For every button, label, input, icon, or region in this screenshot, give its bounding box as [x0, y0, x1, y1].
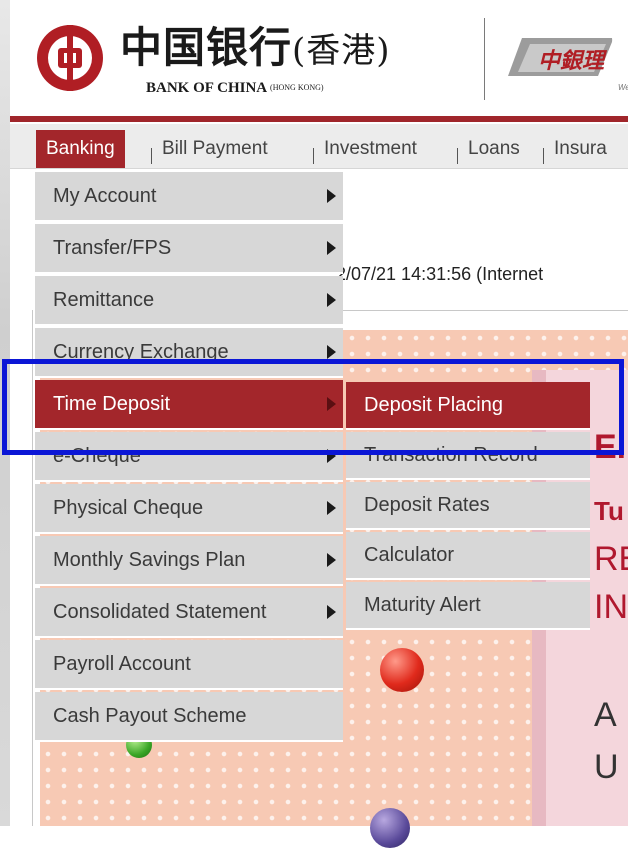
submenu-arrow-icon	[327, 293, 336, 307]
partner-logo-text: 中銀理	[538, 48, 608, 74]
menu-item-label: Remittance	[53, 289, 155, 311]
menu-item-label: Transfer/FPS	[53, 237, 172, 259]
highlight-box	[2, 359, 624, 455]
bank-name-chinese: 中国银行(香港)	[120, 23, 391, 72]
header: 中国银行(香港) BANK OF CHINA (HONG KONG) 中銀理 W…	[10, 0, 628, 116]
menu-item-label: Cash Payout Scheme	[53, 705, 247, 727]
nav-separator	[457, 148, 458, 164]
menu-item-physical-cheque[interactable]: Physical Cheque	[35, 484, 343, 534]
content-divider	[336, 310, 628, 311]
submenu-item-label: Deposit Rates	[364, 494, 490, 516]
bank-name-english: BANK OF CHINA (HONG KONG)	[146, 80, 324, 96]
submenu-item-label: Calculator	[364, 544, 455, 566]
red-ball-decoration	[380, 648, 424, 692]
menu-item-transfer-fps[interactable]: Transfer/FPS	[35, 224, 343, 274]
banner-text-line: A	[594, 696, 617, 734]
banner-text-line: U	[594, 748, 619, 786]
submenu-item-deposit-rates[interactable]: Deposit Rates	[346, 482, 590, 530]
menu-item-remittance[interactable]: Remittance	[35, 276, 343, 326]
nav-separator	[543, 148, 544, 164]
submenu-item-label: Maturity Alert	[364, 594, 481, 616]
banner-text-line: Tu	[594, 496, 624, 526]
menu-item-label: Payroll Account	[53, 653, 191, 675]
submenu-item-calculator[interactable]: Calculator	[346, 532, 590, 580]
banner-text-line: RE	[594, 540, 628, 578]
menu-item-my-account[interactable]: My Account	[35, 172, 343, 222]
submenu-arrow-icon	[327, 553, 336, 567]
header-divider	[484, 18, 485, 100]
submenu-arrow-icon	[327, 241, 336, 255]
nav-tab-bill-payment[interactable]: Bill Payment	[162, 130, 268, 168]
submenu-arrow-icon	[327, 345, 336, 359]
bank-of-china-logo-icon[interactable]	[34, 22, 106, 94]
menu-item-label: Monthly Savings Plan	[53, 549, 246, 571]
submenu-item-maturity-alert[interactable]: Maturity Alert	[346, 582, 590, 630]
menu-item-monthly-savings-plan[interactable]: Monthly Savings Plan	[35, 536, 343, 586]
banner-text-line: IN	[594, 588, 628, 626]
nav-separator	[151, 148, 152, 164]
submenu-arrow-icon	[327, 189, 336, 203]
submenu-arrow-icon	[327, 501, 336, 515]
menu-item-cash-payout-scheme[interactable]: Cash Payout Scheme	[35, 692, 343, 742]
nav-tab-investment[interactable]: Investment	[324, 130, 417, 168]
last-login-timestamp: 2/07/21 14:31:56 (Internet	[336, 264, 544, 284]
menu-item-consolidated-statement[interactable]: Consolidated Statement	[35, 588, 343, 638]
menu-item-label: Consolidated Statement	[53, 601, 267, 623]
nav-separator	[313, 148, 314, 164]
main-nav: Banking Bill Payment Investment Loans In…	[10, 124, 628, 169]
header-rule	[10, 116, 628, 122]
nav-tab-banking[interactable]: Banking	[36, 130, 125, 168]
nav-tab-loans[interactable]: Loans	[468, 130, 520, 168]
nav-tab-insurance[interactable]: Insura	[554, 130, 607, 168]
partner-logo-subtext: Wealth Ma	[618, 83, 628, 92]
submenu-arrow-icon	[327, 605, 336, 619]
menu-item-label: My Account	[53, 185, 157, 207]
menu-item-payroll-account[interactable]: Payroll Account	[35, 640, 343, 690]
menu-item-label: Physical Cheque	[53, 497, 204, 519]
purple-ball-decoration	[370, 808, 410, 848]
wealth-management-logo-icon[interactable]: 中銀理 Wealth Ma	[500, 20, 628, 100]
